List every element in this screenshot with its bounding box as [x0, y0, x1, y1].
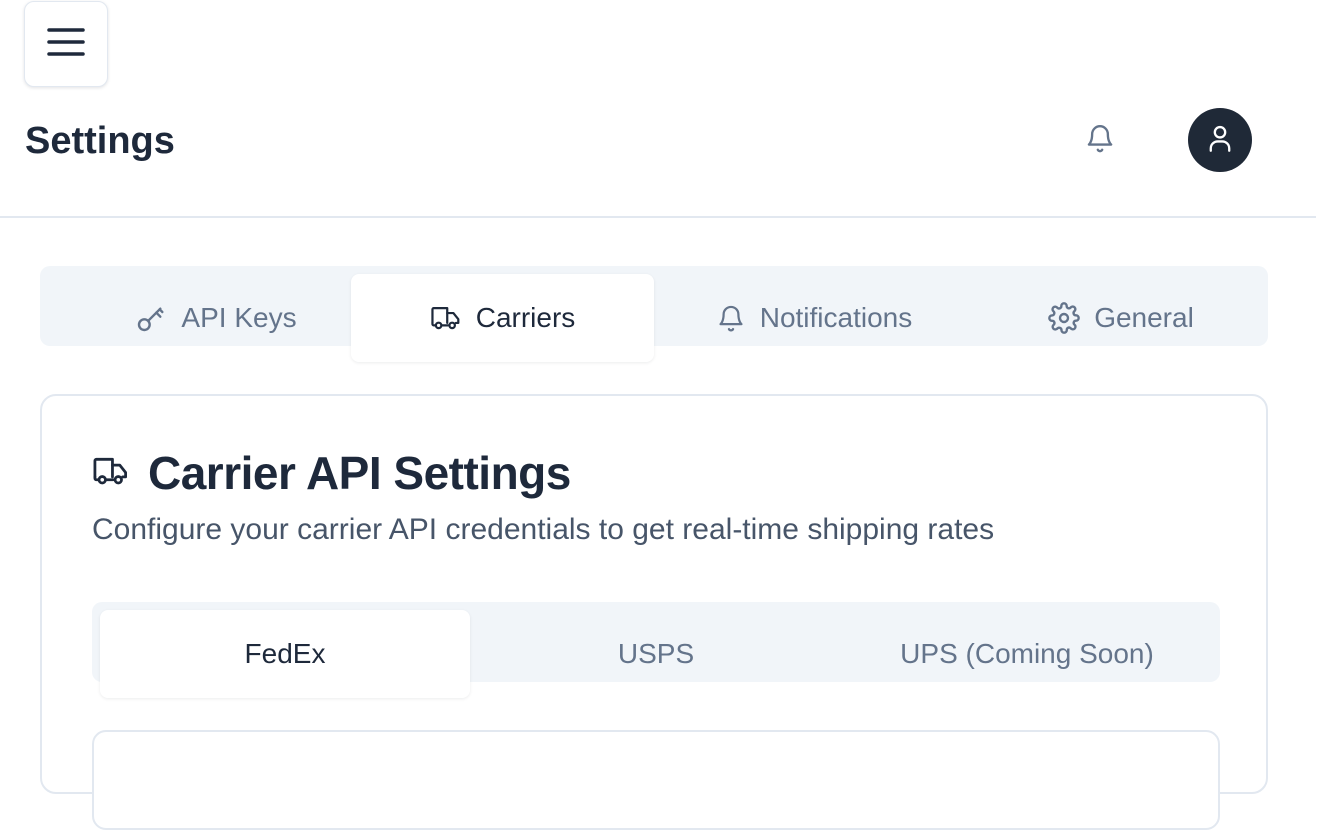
fedex-settings-panel [92, 730, 1220, 830]
tab-label: USPS [617, 638, 695, 669]
tab-ups[interactable]: UPS (Coming Soon) [842, 610, 1212, 698]
tab-usps[interactable]: USPS [471, 610, 841, 698]
bell-icon [1084, 121, 1116, 160]
card-description: Configure your carrier API credentials t… [92, 513, 995, 546]
tab-label: Carriers [475, 302, 576, 333]
key-icon [135, 300, 167, 336]
card-header: Carrier API Settings [92, 446, 571, 500]
settings-tabs: API Keys Carriers Notifications General [40, 266, 1268, 362]
tab-label: API Keys [181, 302, 297, 333]
tab-general[interactable]: General [974, 274, 1268, 362]
menu-button[interactable] [24, 1, 108, 87]
card-title: Carrier API Settings [148, 447, 571, 499]
header-divider [0, 216, 1316, 218]
menu-icon [46, 26, 86, 63]
tab-carriers[interactable]: Carriers [351, 274, 654, 362]
truck-icon [92, 453, 130, 494]
carrier-tabs: FedEx USPS UPS (Coming Soon) [92, 602, 1220, 698]
tab-label: General [1094, 302, 1194, 333]
bell-icon [716, 300, 746, 336]
tab-notifications[interactable]: Notifications [654, 274, 974, 362]
tab-api-keys[interactable]: API Keys [80, 274, 352, 362]
carrier-settings-card: Carrier API Settings Configure your carr… [40, 394, 1268, 830]
user-icon [1206, 123, 1234, 158]
truck-icon [430, 300, 462, 336]
tab-label: UPS (Coming Soon) [900, 638, 1154, 669]
notifications-button[interactable] [1080, 120, 1120, 160]
page-title: Settings [25, 120, 175, 162]
tab-fedex[interactable]: FedEx [100, 610, 470, 698]
tab-label: FedEx [244, 638, 326, 669]
gear-icon [1048, 300, 1080, 336]
avatar[interactable] [1188, 108, 1252, 172]
tab-label: Notifications [759, 302, 913, 333]
